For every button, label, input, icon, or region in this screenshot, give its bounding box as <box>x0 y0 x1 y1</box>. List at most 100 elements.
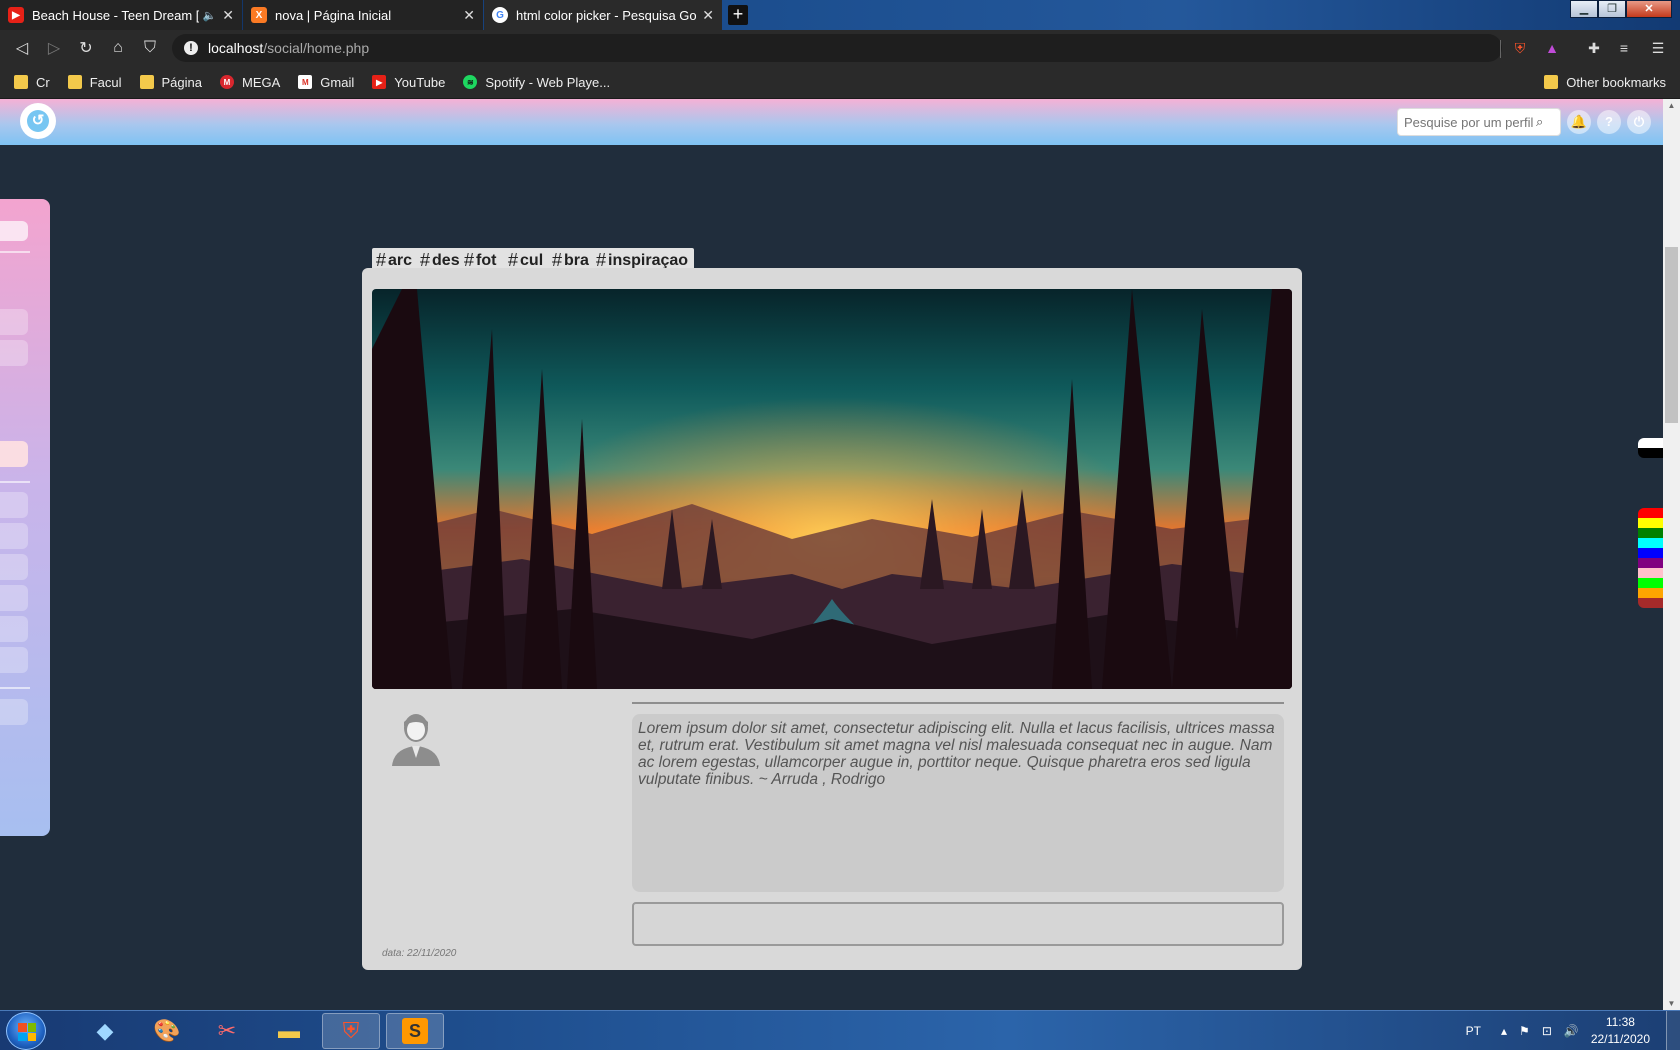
color-swatch-black[interactable] <box>1638 448 1663 458</box>
sublime-text-icon: S <box>402 1018 428 1044</box>
post-image[interactable] <box>372 289 1292 689</box>
network-icon[interactable]: ⊡ <box>1542 1024 1552 1038</box>
search-icon[interactable]: ⌕ <box>1536 114 1543 130</box>
sidebar-item[interactable] <box>0 309 28 335</box>
close-window-button[interactable]: ✕ <box>1626 0 1672 18</box>
taskbar-app-explorer[interactable]: ▬ <box>260 1013 318 1049</box>
bell-icon[interactable]: 🔔 <box>1567 110 1591 134</box>
folder-icon <box>14 75 28 89</box>
brave-rewards-icon[interactable]: ▲ <box>1540 36 1564 60</box>
bookmark-icon[interactable]: ⛉ <box>134 39 166 57</box>
tag-label: des <box>432 251 460 269</box>
sidebar-divider <box>0 251 30 253</box>
extensions-icon[interactable]: ✚ <box>1582 36 1606 60</box>
sidebar-item[interactable] <box>0 585 28 611</box>
home-icon[interactable]: ⌂ <box>102 39 134 57</box>
color-swatch-white[interactable] <box>1638 438 1663 448</box>
sidebar-item[interactable] <box>0 492 28 518</box>
sidebar-item[interactable] <box>0 554 28 580</box>
tab-color-picker[interactable]: G html color picker - Pesquisa Googl ✕ <box>484 0 722 30</box>
bookmark-mega[interactable]: M MEGA <box>220 75 280 90</box>
url-separator <box>1500 40 1501 58</box>
menu-icon[interactable]: ☰ <box>1646 36 1670 60</box>
sidebar-item[interactable] <box>0 699 28 725</box>
color-swatch-yellow[interactable] <box>1638 518 1663 528</box>
profile-search[interactable]: ⌕ <box>1397 108 1561 136</box>
language-indicator[interactable]: PT <box>1466 1024 1481 1038</box>
sidebar-item[interactable] <box>0 340 28 366</box>
brave-shield-icon[interactable]: ⛨ <box>1508 36 1532 60</box>
taskbar-app-files[interactable]: ◆ <box>76 1013 134 1049</box>
clock[interactable]: 11:38 22/11/2020 <box>1591 1014 1650 1048</box>
post-card: Lorem ipsum dolor sit amet, consectetur … <box>362 268 1302 970</box>
bookmark-pagina[interactable]: Página <box>139 75 202 90</box>
color-swatch-pink[interactable] <box>1638 568 1663 578</box>
scroll-down-icon[interactable]: ▼ <box>1663 999 1680 1008</box>
bookmark-gmail[interactable]: M Gmail <box>298 75 354 90</box>
close-tab-icon[interactable]: ✕ <box>702 7 714 24</box>
color-swatch-purple[interactable] <box>1638 558 1663 568</box>
sidebar-item[interactable] <box>0 616 28 642</box>
color-swatch-green[interactable] <box>1638 528 1663 538</box>
sidebar-item[interactable] <box>0 647 28 673</box>
color-swatch-cyan[interactable] <box>1638 538 1663 548</box>
comment-input[interactable] <box>632 902 1284 946</box>
color-swatches-top <box>1638 438 1663 458</box>
tab-beach-house[interactable]: ▶ Beach House - Teen Dream [F 🔈 ✕ <box>0 0 242 30</box>
back-icon[interactable]: ◁ <box>6 38 38 58</box>
address-bar[interactable]: ! localhost/social/home.php <box>172 34 1502 62</box>
volume-icon[interactable]: 🔊 <box>1564 1024 1579 1038</box>
url-path: /social/home.php <box>263 40 370 56</box>
reload-icon[interactable]: ↻ <box>70 38 102 58</box>
user-avatar[interactable] <box>388 708 444 768</box>
bookmark-cr[interactable]: Cr <box>14 75 50 90</box>
minimize-button[interactable]: ▁ <box>1570 0 1598 18</box>
forward-icon[interactable]: ▷ <box>38 38 70 58</box>
action-center-icon[interactable]: ⚑ <box>1519 1024 1530 1038</box>
site-info-icon[interactable]: ! <box>184 41 198 55</box>
taskbar-app-sublime[interactable]: S <box>386 1013 444 1049</box>
brave-icon: ⛨ <box>342 1018 360 1043</box>
color-swatch-lime[interactable] <box>1638 578 1663 588</box>
windows-icon <box>18 1023 36 1041</box>
close-tab-icon[interactable]: ✕ <box>222 7 234 24</box>
page-scrollbar[interactable]: ▲ ▼ <box>1663 99 1680 1010</box>
show-hidden-icons-icon[interactable]: ▴ <box>1501 1024 1507 1038</box>
scroll-up-icon[interactable]: ▲ <box>1663 101 1680 110</box>
sidebar-item[interactable] <box>0 523 28 549</box>
taskbar-app-brave[interactable]: ⛨ <box>322 1013 380 1049</box>
power-icon[interactable]: ⏻ <box>1627 110 1651 134</box>
color-swatch-blue[interactable] <box>1638 548 1663 558</box>
tab-nova[interactable]: X nova | Página Inicial ✕ <box>243 0 483 30</box>
bookmark-label: Other bookmarks <box>1566 74 1666 90</box>
bookmark-youtube[interactable]: ▶ YouTube <box>372 75 445 90</box>
other-bookmarks[interactable]: Other bookmarks <box>1544 75 1666 90</box>
sidebar <box>0 199 50 836</box>
bookmark-spotify[interactable]: ≋ Spotify - Web Playe... <box>463 75 610 90</box>
color-swatch-red[interactable] <box>1638 508 1663 518</box>
help-icon[interactable]: ? <box>1597 110 1621 134</box>
tab-title: nova | Página Inicial <box>275 7 392 23</box>
show-desktop-button[interactable] <box>1666 1011 1680 1050</box>
speaker-icon[interactable]: 🔈 <box>203 9 217 22</box>
bookmark-label: Gmail <box>320 74 355 90</box>
taskbar: ◆ 🎨 ✂ ▬ ⛨ S PT ▴ ⚑ ⊡ 🔊 11:38 22/11/2020 <box>0 1010 1680 1050</box>
new-tab-button[interactable]: + <box>728 5 748 25</box>
navigation-bar: ◁ ▷ ↻ ⌂ ⛉ ! localhost/social/home.php ⛨ … <box>0 30 1680 66</box>
bookmark-facul[interactable]: Facul <box>67 74 122 90</box>
start-button[interactable] <box>6 1012 46 1050</box>
color-swatch-brown[interactable] <box>1638 598 1663 608</box>
taskbar-app-snipping[interactable]: ✂ <box>198 1013 256 1049</box>
maximize-button[interactable]: ❐ <box>1598 0 1626 18</box>
media-controls-icon[interactable]: ≡ <box>1612 36 1636 60</box>
site-logo[interactable]: ↺ <box>20 103 56 139</box>
search-input[interactable] <box>1404 114 1536 130</box>
scroll-thumb[interactable] <box>1665 247 1678 423</box>
color-swatch-orange[interactable] <box>1638 588 1663 598</box>
sidebar-item-active[interactable] <box>0 441 28 467</box>
taskbar-app-paint[interactable]: 🎨 <box>138 1013 196 1049</box>
tag-label: inspiraçao <box>608 251 689 269</box>
bookmark-label: Facul <box>89 74 122 90</box>
close-tab-icon[interactable]: ✕ <box>463 7 475 24</box>
sidebar-item[interactable] <box>0 221 28 241</box>
